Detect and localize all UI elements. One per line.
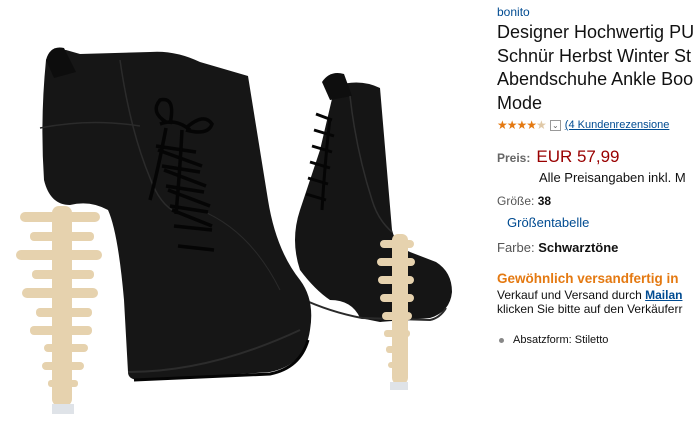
right-boot <box>295 73 452 390</box>
left-boot <box>16 47 312 414</box>
product-image[interactable] <box>0 0 492 442</box>
star-rating-icon[interactable]: ★★★★★ <box>497 118 547 132</box>
shipping-status: Gewöhnlich versandfertig in <box>497 271 679 286</box>
feature-bullet: Absatzform: Stiletto <box>497 334 608 346</box>
price-value: EUR 57,99 <box>536 147 620 166</box>
seller-prefix: Verkauf und Versand durch <box>497 288 642 302</box>
price-note: Alle Preisangaben inkl. M <box>539 170 686 185</box>
size-value: 38 <box>537 194 552 208</box>
size-label: Größe: <box>497 194 535 208</box>
left-heel <box>16 206 102 406</box>
title-line: Mode <box>497 92 543 113</box>
seller-line: Verkauf und Versand durch Mailan <box>497 288 682 302</box>
rating-row: ★★★★★ ⌄ (4 Kundenrezensione <box>497 118 669 132</box>
seller-note: klicken Sie bitte auf den Verkäuferr <box>497 302 683 316</box>
price-row: Preis: EUR 57,99 <box>497 147 620 167</box>
color-label: Farbe: <box>497 240 535 255</box>
color-row: Farbe: Schwarztöne <box>497 240 618 255</box>
title-line: Abendschuhe Ankle Boo <box>497 69 694 89</box>
feature-text: Absatzform: Stiletto <box>513 334 609 346</box>
size-row: Größe: 38 <box>497 194 551 208</box>
title-line: Designer Hochwertig PU <box>497 22 695 42</box>
size-chart-link[interactable]: Größentabelle <box>507 215 589 230</box>
color-value: Schwarztöne <box>538 240 619 255</box>
title-line: Schnür Herbst Winter St <box>497 45 692 66</box>
reviews-link[interactable]: (4 Kundenrezensione <box>565 119 670 131</box>
product-title: Designer Hochwertig PU Schnür Herbst Win… <box>497 21 694 115</box>
product-details: bonito Designer Hochwertig PU Schnür Her… <box>497 0 700 442</box>
bullet-icon <box>499 337 504 343</box>
ankle-boots-illustration <box>16 47 452 414</box>
price-label: Preis: <box>497 151 531 165</box>
chevron-down-icon[interactable]: ⌄ <box>549 119 561 131</box>
brand-link[interactable]: bonito <box>497 5 530 19</box>
seller-link[interactable]: Mailan <box>645 288 682 302</box>
